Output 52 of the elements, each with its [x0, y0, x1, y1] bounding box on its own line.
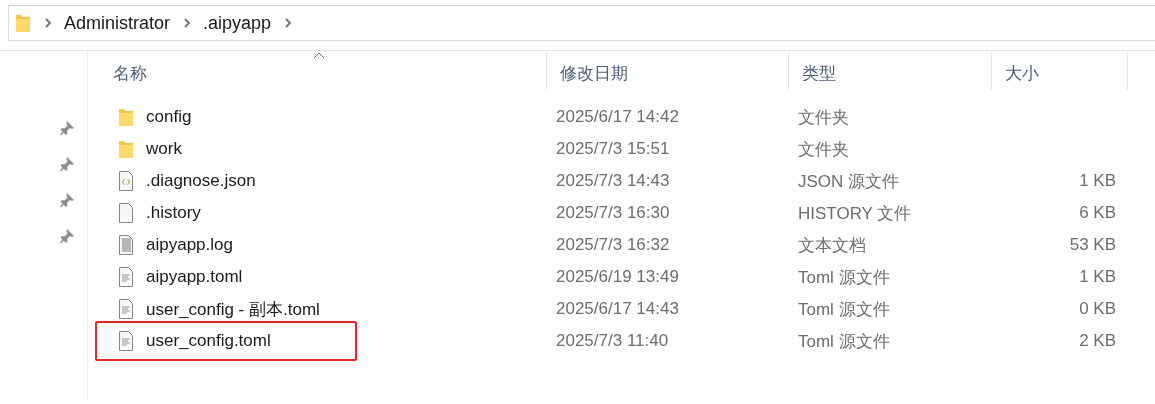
chevron-icon[interactable]: [184, 18, 192, 28]
modified-date: 2025/7/3 11:40: [555, 331, 670, 351]
folder-icon: [118, 107, 134, 127]
blank-file-icon: [118, 203, 134, 223]
folder-icon: [15, 13, 31, 33]
modified-date: 2025/7/3 15:51: [555, 139, 671, 159]
column-header[interactable]: 名称: [100, 52, 547, 90]
pin-icon[interactable]: [60, 156, 75, 172]
file-type: HISTORY 文件: [797, 202, 913, 225]
file-name[interactable]: work: [146, 139, 182, 159]
modified-date: 2025/6/17 14:43: [555, 299, 680, 319]
breadcrumb-item[interactable]: .aipyapp: [203, 12, 272, 34]
file-type: Toml 源文件: [797, 266, 891, 289]
file-name[interactable]: .history: [146, 203, 201, 223]
file-size: 1 KB: [1079, 171, 1116, 190]
pin-icon[interactable]: [60, 192, 75, 208]
document-icon: [118, 331, 134, 351]
modified-date: 2025/6/17 14:42: [555, 107, 680, 127]
text-file-icon: [118, 235, 134, 255]
document-icon: [118, 267, 134, 287]
file-size: 53 KB: [1069, 235, 1116, 254]
file-size: 1 KB: [1079, 267, 1116, 286]
modified-date: 2025/7/3 14:43: [555, 171, 671, 191]
column-header[interactable]: 大小: [992, 52, 1128, 90]
file-type: Toml 源文件: [797, 330, 891, 353]
file-type: 文本文档: [797, 234, 867, 257]
document-icon: [118, 299, 134, 319]
modified-date: 2025/7/3 16:32: [555, 235, 671, 255]
file-size: 0 KB: [1079, 299, 1116, 318]
pin-icon[interactable]: [60, 120, 75, 136]
file-name[interactable]: user_config.toml: [146, 331, 271, 351]
file-name[interactable]: aipyapp.toml: [146, 267, 243, 287]
file-type: 文件夹: [797, 106, 850, 129]
chevron-icon[interactable]: [285, 18, 293, 28]
file-size: 6 KB: [1079, 203, 1116, 222]
modified-date: 2025/6/19 13:49: [555, 267, 680, 287]
file-name[interactable]: config: [146, 107, 192, 127]
folder-icon: [118, 139, 134, 159]
file-type: Toml 源文件: [797, 298, 891, 321]
pin-icon[interactable]: [60, 228, 75, 244]
chevron-icon[interactable]: [45, 18, 52, 28]
breadcrumb-item[interactable]: Administrator: [64, 12, 171, 34]
column-header[interactable]: 类型: [789, 52, 992, 90]
file-name[interactable]: .diagnose.json: [146, 171, 256, 191]
file-name[interactable]: aipyapp.log: [146, 235, 233, 255]
file-size: 2 KB: [1079, 331, 1116, 350]
column-header[interactable]: 修改日期: [547, 52, 789, 90]
file-name[interactable]: user_config - 副本.toml: [146, 297, 320, 321]
modified-date: 2025/7/3 16:30: [555, 203, 671, 223]
json-file-icon: [118, 171, 134, 191]
file-type: JSON 源文件: [797, 170, 901, 193]
file-type: 文件夹: [797, 138, 850, 161]
